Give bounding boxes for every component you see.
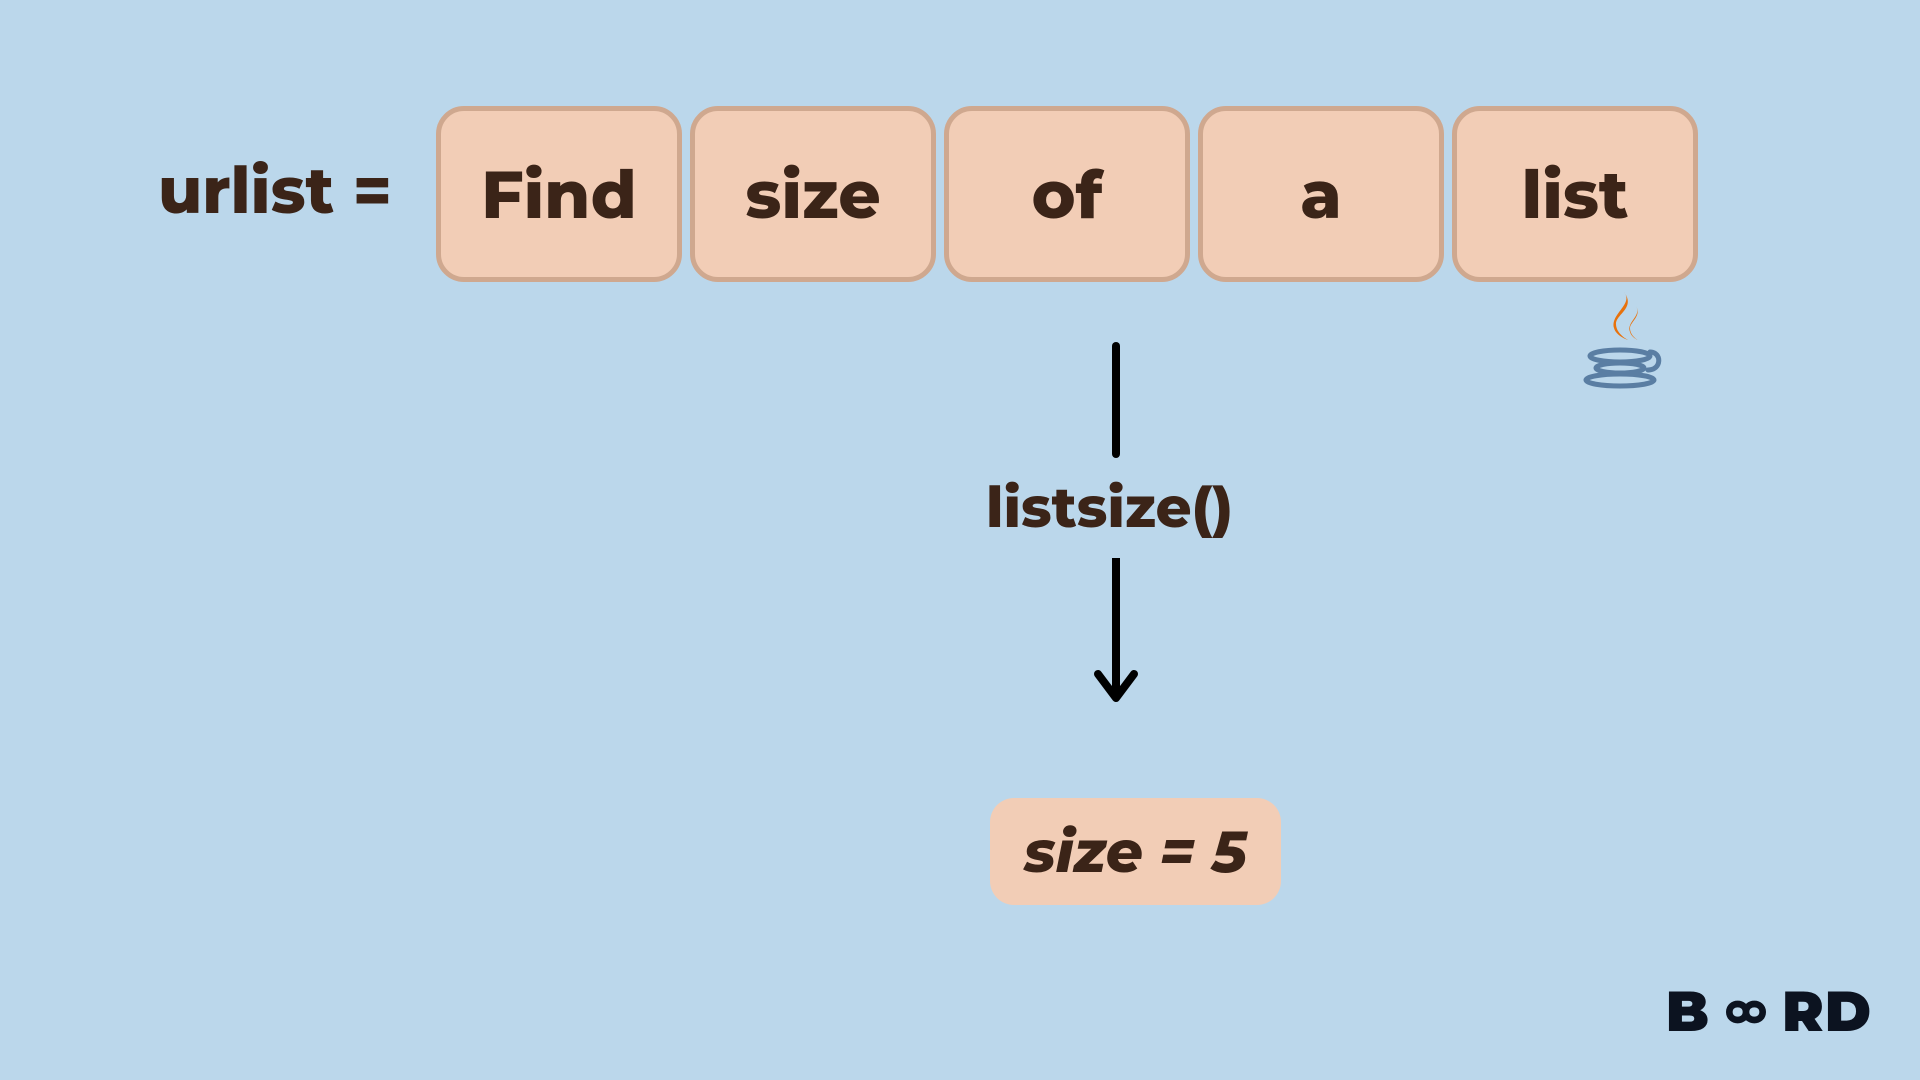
infinity-icon: [1712, 992, 1780, 1032]
list-item: of: [944, 106, 1190, 282]
list-row: Find size of a list: [436, 106, 1698, 282]
function-label: listsize(): [986, 474, 1233, 542]
list-item: Find: [436, 106, 682, 282]
connector-line-top: [1112, 342, 1120, 458]
java-icon: [1580, 290, 1666, 390]
list-item: a: [1198, 106, 1444, 282]
list-item: size: [690, 106, 936, 282]
result-pill: size = 5: [990, 798, 1281, 905]
brand-right: RD: [1782, 978, 1872, 1046]
variable-label: urlist =: [158, 152, 392, 230]
list-item: list: [1452, 106, 1698, 282]
brand-left: B: [1666, 978, 1710, 1046]
arrow-down-icon: [1090, 558, 1142, 718]
diagram-stage: urlist = Find size of a list listsize() …: [0, 0, 1920, 1080]
brand-logo: B RD: [1666, 978, 1872, 1046]
